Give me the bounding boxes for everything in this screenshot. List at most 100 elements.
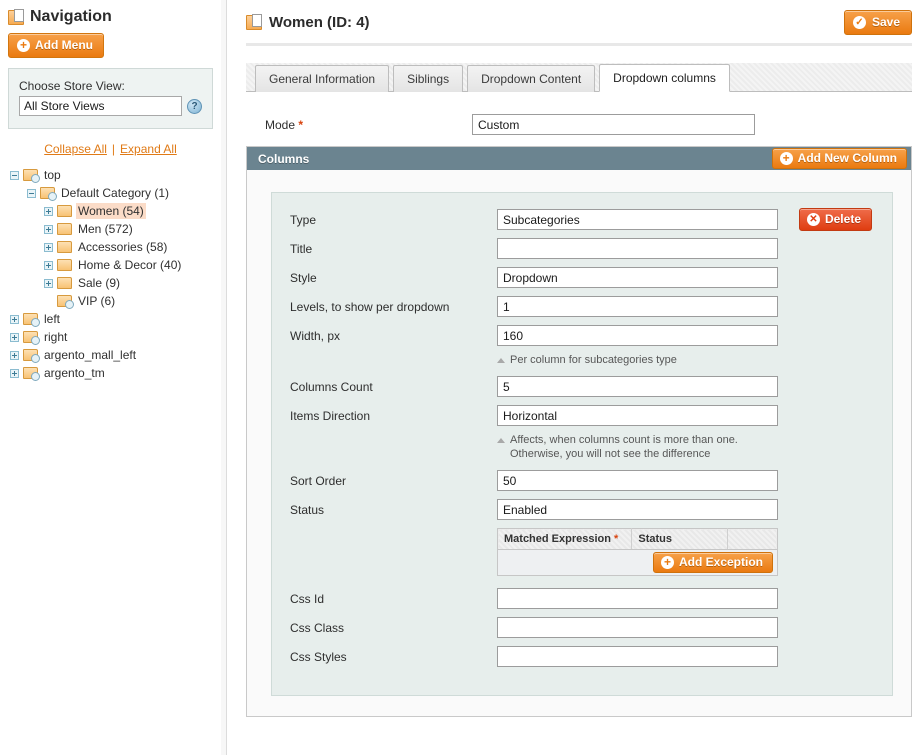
note-arrow-icon	[497, 358, 505, 363]
columns-panel-body: ✕ Delete Type Title Style Levels, to show p…	[247, 170, 911, 716]
tree-node[interactable]: Sale (9)	[10, 274, 221, 292]
field-input[interactable]	[497, 646, 778, 667]
field-label: Sort Order	[290, 473, 347, 488]
sidebar-title: Navigation	[8, 8, 221, 26]
field-input[interactable]	[497, 376, 778, 397]
field-label: Type	[290, 212, 317, 227]
field-input[interactable]	[497, 499, 778, 520]
field-input[interactable]	[497, 238, 778, 259]
note-arrow-icon	[497, 438, 505, 443]
folder-system-icon	[23, 169, 40, 183]
mode-field-row: Mode *	[229, 114, 920, 135]
save-button[interactable]: ✓ Save	[843, 10, 912, 35]
sidebar-title-text: Navigation	[30, 8, 112, 25]
field-input[interactable]	[497, 209, 778, 230]
add-menu-label: Add Menu	[35, 38, 93, 52]
folder-icon	[57, 205, 72, 217]
delete-column-button[interactable]: ✕ Delete	[798, 208, 872, 231]
tree-node[interactable]: Women (54)	[10, 202, 221, 220]
tab-label: General Information	[269, 72, 376, 86]
field-input[interactable]	[497, 325, 778, 346]
add-new-column-button[interactable]: + Add New Column	[771, 148, 907, 169]
field-row: Style	[272, 267, 892, 288]
navigation-sidebar: Navigation + Add Menu Choose Store View:…	[0, 0, 227, 755]
expand-toggle-icon[interactable]	[44, 224, 53, 234]
question-mark-icon[interactable]: ?	[187, 98, 202, 114]
field-row: Title	[272, 238, 892, 259]
tree-node-label: right	[44, 330, 68, 344]
page-title-text: Women (ID: 4)	[269, 14, 370, 31]
page-title: Women (ID: 4)	[246, 14, 370, 31]
tree-node[interactable]: right	[10, 328, 221, 346]
add-menu-button[interactable]: + Add Menu	[8, 33, 104, 58]
tree-controls: Collapse All | Expand All	[0, 142, 221, 156]
tree-node[interactable]: left	[10, 310, 221, 328]
tree-node[interactable]: VIP (6)	[10, 292, 221, 310]
exceptions-col-expression: Matched Expression *	[497, 528, 633, 550]
field-input[interactable]	[497, 588, 778, 609]
exceptions-table: Matched Expression * Status + Add Except…	[497, 528, 778, 576]
collapse-toggle-icon[interactable]	[27, 188, 36, 198]
exceptions-col-expression-text: Matched Expression	[504, 533, 611, 545]
plus-circle-icon: +	[660, 555, 674, 569]
field-label: Items Direction	[290, 408, 371, 423]
expand-toggle-icon[interactable]	[10, 350, 19, 360]
navigation-tree: top Default Category (1) Women (54) Men (57…	[10, 166, 221, 382]
app-root: Navigation + Add Menu Choose Store View:…	[0, 0, 920, 755]
field-row: Levels, to show per dropdown	[272, 296, 892, 317]
folder-icon	[57, 259, 72, 271]
tab-general-information[interactable]: General Information	[255, 65, 390, 92]
expand-toggle-icon[interactable]	[10, 332, 19, 342]
column-config-group: ✕ Delete Type Title Style Levels, to show p…	[271, 192, 893, 696]
folder-system-icon	[23, 331, 40, 345]
folder-icon	[57, 277, 72, 289]
expand-toggle-icon[interactable]	[44, 278, 53, 288]
tab-label: Dropdown columns	[613, 71, 716, 85]
expand-toggle-icon[interactable]	[10, 314, 19, 324]
exceptions-col-status: Status	[631, 528, 728, 550]
folder-system-icon	[23, 313, 40, 327]
field-input[interactable]	[497, 470, 778, 491]
required-marker: *	[298, 117, 304, 132]
exceptions-action-row: + Add Exception	[497, 549, 778, 576]
tree-node[interactable]: top	[10, 166, 221, 184]
tree-node[interactable]: argento_tm	[10, 364, 221, 382]
tree-node[interactable]: Default Category (1)	[10, 184, 221, 202]
add-exception-button[interactable]: + Add Exception	[652, 552, 773, 573]
check-circle-icon: ✓	[852, 15, 866, 29]
tree-node[interactable]: Men (572)	[10, 220, 221, 238]
store-view-select[interactable]	[19, 96, 182, 116]
field-input[interactable]	[497, 267, 778, 288]
field-input[interactable]	[497, 617, 778, 638]
tab-dropdown-columns[interactable]: Dropdown columns	[599, 64, 730, 92]
tree-node-label: left	[44, 312, 61, 326]
field-label: Style	[290, 270, 317, 285]
mode-select[interactable]	[472, 114, 755, 135]
tree-node[interactable]: argento_mall_left	[10, 346, 221, 364]
collapse-toggle-icon[interactable]	[10, 170, 19, 180]
exceptions-table-header-row: Matched Expression * Status	[497, 528, 778, 550]
folder-page-icon	[8, 8, 24, 25]
expand-toggle-icon[interactable]	[44, 242, 53, 252]
expand-toggle-icon[interactable]	[44, 206, 53, 216]
expand-toggle-icon[interactable]	[44, 260, 53, 270]
required-marker: *	[614, 533, 619, 545]
expand-toggle-icon[interactable]	[10, 368, 19, 378]
field-row: Status	[272, 499, 892, 520]
tree-node-label: VIP (6)	[78, 294, 116, 308]
tab-siblings[interactable]: Siblings	[393, 65, 464, 92]
tree-node[interactable]: Home & Decor (40)	[10, 256, 221, 274]
tree-node[interactable]: Accessories (58)	[10, 238, 221, 256]
field-label: Title	[290, 241, 313, 256]
field-input[interactable]	[497, 405, 778, 426]
exceptions-col-actions	[727, 528, 778, 550]
tab-dropdown-content[interactable]: Dropdown Content	[467, 65, 596, 92]
field-label: Css Id	[290, 591, 325, 606]
add-exception-label: Add Exception	[678, 555, 763, 569]
collapse-all-link[interactable]: Collapse All	[44, 142, 107, 156]
field-input[interactable]	[497, 296, 778, 317]
expand-all-link[interactable]: Expand All	[120, 142, 177, 156]
field-note: Per column for subcategories type	[272, 354, 892, 366]
tree-node-label: Home & Decor (40)	[78, 258, 182, 272]
